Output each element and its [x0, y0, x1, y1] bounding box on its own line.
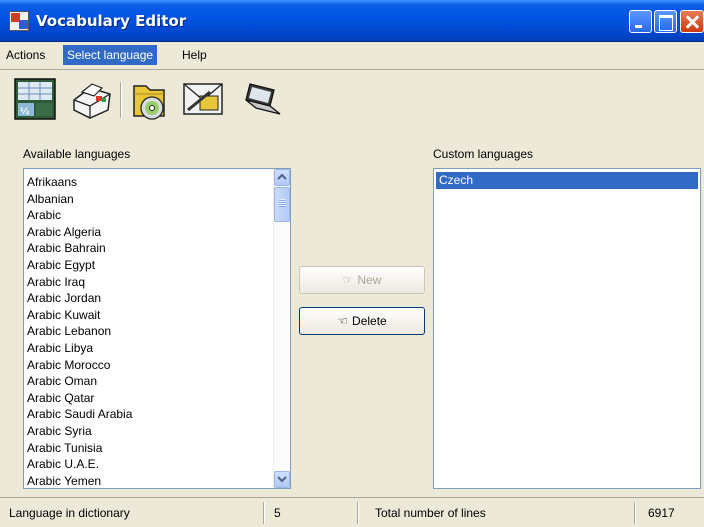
available-languages-label: Available languages: [23, 147, 131, 161]
status-divider: [263, 502, 265, 524]
list-item[interactable]: Arabic Lebanon: [24, 323, 274, 340]
scroll-up-button[interactable]: [274, 169, 290, 186]
custom-languages-items: Czech: [436, 172, 698, 189]
pointing-hand-icon: ☞: [342, 273, 354, 287]
vocabulary-editor-window: Vocabulary Editor Actions Select languag…: [0, 0, 704, 527]
title-bar[interactable]: Vocabulary Editor: [0, 0, 704, 42]
menu-actions[interactable]: Actions: [2, 45, 49, 65]
maximize-button[interactable]: [654, 10, 677, 33]
window-title: Vocabulary Editor: [36, 12, 187, 30]
toolbar-separator: [120, 82, 122, 118]
list-item[interactable]: Arabic Libya: [24, 340, 274, 357]
menu-bar: Actions Select language Help: [0, 43, 704, 68]
close-button[interactable]: [680, 10, 704, 33]
available-languages-items: Afrikaans Albanian Arabic Arabic Algeria…: [24, 174, 274, 489]
status-lines-count: 6917: [648, 506, 675, 520]
available-languages-list[interactable]: Afrikaans Albanian Arabic Arabic Algeria…: [23, 168, 291, 489]
list-item[interactable]: Arabic U.A.E.: [24, 456, 274, 473]
list-item[interactable]: Arabic Morocco: [24, 357, 274, 374]
list-item[interactable]: Arabic Oman: [24, 373, 274, 390]
folder-cd-icon[interactable]: [128, 76, 174, 122]
list-item[interactable]: Arabic Syria: [24, 423, 274, 440]
chevron-down-icon: [277, 476, 287, 483]
laptop-icon[interactable]: [240, 76, 286, 122]
status-lines-label: Total number of lines: [375, 506, 486, 520]
delete-button[interactable]: ☜ Delete: [299, 307, 425, 335]
menu-help[interactable]: Help: [178, 45, 211, 65]
menu-select-language[interactable]: Select language: [63, 45, 158, 65]
list-item[interactable]: Albanian: [24, 191, 274, 208]
custom-languages-list[interactable]: Czech: [433, 168, 701, 489]
list-item[interactable]: Afrikaans: [24, 174, 274, 191]
status-bar: Language in dictionary 5 Total number of…: [0, 497, 704, 527]
list-item[interactable]: Arabic: [24, 207, 274, 224]
status-language-label: Language in dictionary: [9, 506, 130, 520]
minimize-button[interactable]: [629, 10, 652, 33]
list-item[interactable]: Arabic Algeria: [24, 224, 274, 241]
delete-hand-icon: ☜: [337, 314, 349, 328]
app-icon: [9, 11, 29, 31]
list-item[interactable]: Arabic Egypt: [24, 257, 274, 274]
list-item[interactable]: Arabic Jordan: [24, 290, 274, 307]
list-item[interactable]: Arabic Qatar: [24, 390, 274, 407]
list-item-selected[interactable]: Czech: [436, 172, 698, 189]
delete-button-label: Delete: [352, 314, 387, 328]
new-button[interactable]: ☞ New: [299, 266, 425, 294]
list-item[interactable]: Arabic Yemen: [24, 473, 274, 490]
printer-icon[interactable]: [68, 76, 114, 122]
new-button-label: New: [357, 273, 382, 287]
list-item[interactable]: Arabic Kuwait: [24, 307, 274, 324]
list-item[interactable]: Arabic Tunisia: [24, 440, 274, 457]
email-icon[interactable]: [180, 76, 226, 122]
scroll-down-button[interactable]: [274, 471, 290, 488]
toolbar: ½: [0, 70, 704, 130]
vertical-scrollbar[interactable]: [273, 169, 290, 488]
spreadsheet-icon[interactable]: ½: [12, 76, 58, 122]
status-language-count: 5: [274, 506, 281, 520]
list-item[interactable]: Arabic Saudi Arabia: [24, 406, 274, 423]
svg-text:½: ½: [20, 106, 29, 117]
scroll-thumb[interactable]: [274, 187, 290, 222]
list-item[interactable]: Arabic Iraq: [24, 274, 274, 291]
list-item[interactable]: Arabic Bahrain: [24, 240, 274, 257]
custom-languages-label: Custom languages: [433, 147, 534, 161]
status-divider: [634, 502, 636, 524]
status-divider: [357, 502, 359, 524]
chevron-up-icon: [277, 173, 287, 180]
